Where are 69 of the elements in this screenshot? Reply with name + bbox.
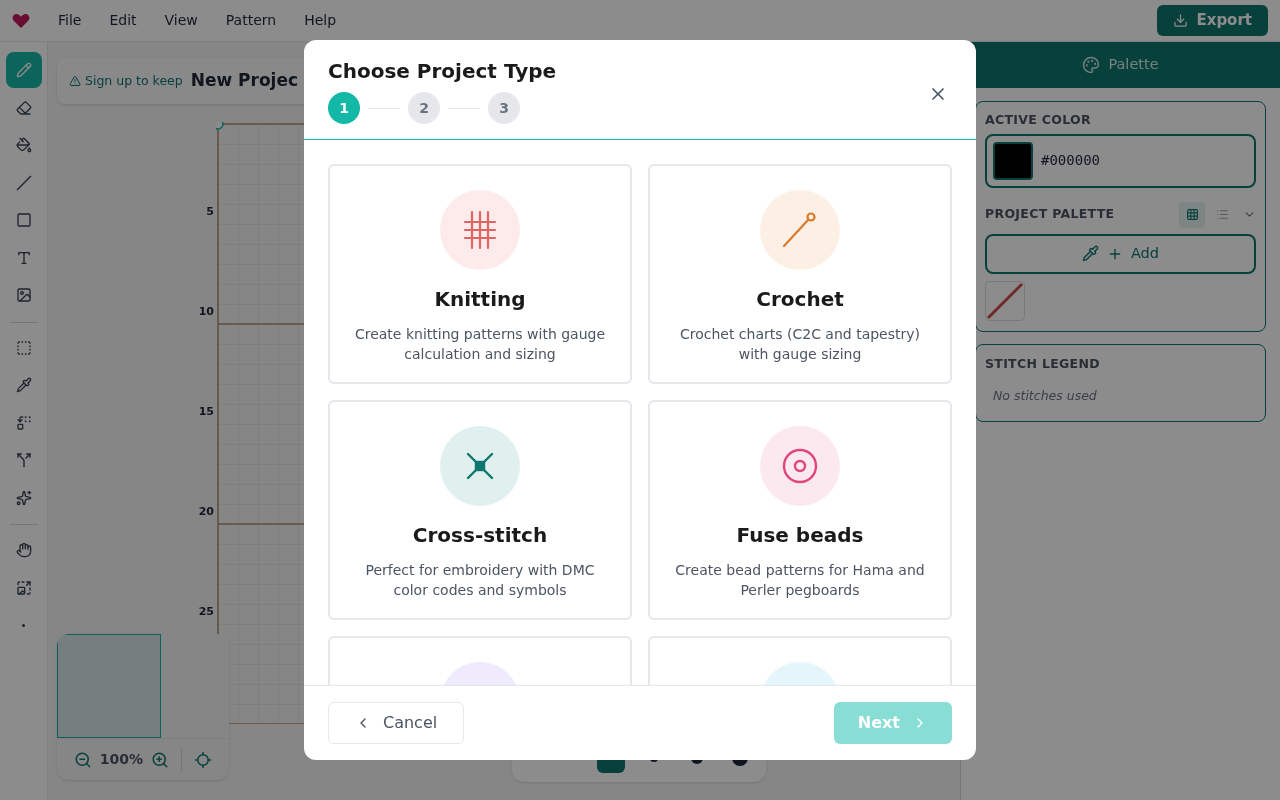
- project-title: New Projec: [190, 69, 299, 93]
- empty-legend-text: No stitches used: [993, 386, 1098, 405]
- row-number: 25: [198, 604, 214, 620]
- project-type-card[interactable]: Knitting Create knitting patterns with gauge calculation and sizing: [328, 164, 632, 384]
- active-color-field[interactable]: #000000: [985, 133, 1256, 188]
- tool-button[interactable]: [5, 52, 42, 88]
- paint-bucket-icon: [15, 137, 32, 153]
- image-icon: [15, 287, 32, 303]
- card-description: Crochet charts (C2C and tapestry) with gauge sizing: [678, 325, 922, 364]
- sparkles-icon: [15, 489, 32, 506]
- zoom-level: 100%: [99, 750, 144, 769]
- no-color-swatch[interactable]: [985, 280, 1025, 321]
- section-heading: STITCH LEGEND: [985, 354, 1101, 373]
- project-type-card[interactable]: Crochet Crochet charts (C2C and tapestry) with gauge sizing: [648, 164, 952, 384]
- grid-view-button[interactable]: [1179, 201, 1205, 228]
- row-number: 15: [198, 404, 214, 420]
- line-icon: [15, 174, 32, 191]
- yarn-grid-icon: [462, 208, 498, 252]
- row-number: 20: [198, 504, 214, 520]
- card-title: Fuse beads: [736, 522, 864, 549]
- warning-icon: [69, 75, 81, 87]
- heart-logo-icon: [12, 12, 30, 29]
- next-button: Next: [833, 702, 952, 744]
- hand-icon: [15, 542, 32, 558]
- download-icon: [1173, 13, 1189, 28]
- recenter-icon[interactable]: [194, 750, 213, 769]
- section-heading: PROJECT PALETTE: [985, 205, 1115, 224]
- menu-item[interactable]: View: [152, 10, 210, 31]
- project-type-card[interactable]: Cross-stitch Perfect for embroidery with DMC color codes and symbols: [328, 400, 632, 620]
- square-icon: [15, 212, 32, 228]
- step-indicator: 1: [328, 92, 360, 124]
- section-heading: ACTIVE COLOR: [985, 111, 1092, 129]
- dashed-square-icon: [15, 339, 32, 356]
- zoom-in-icon[interactable]: [151, 750, 170, 769]
- zoom-out-icon[interactable]: [73, 750, 92, 769]
- project-type-card[interactable]: Fuse beads Create bead patterns for Hama and Perler pegboards: [648, 400, 952, 620]
- card-title: Knitting: [434, 286, 526, 313]
- step-indicator: 2: [408, 92, 440, 124]
- export-button[interactable]: Export: [1157, 5, 1268, 36]
- eyedropper-icon: [1081, 245, 1099, 263]
- eraser-icon: [15, 99, 32, 116]
- swap-icon: [15, 414, 32, 431]
- pencil-icon: [15, 62, 32, 78]
- step-indicator: 3: [488, 92, 520, 124]
- row-number: 10: [198, 304, 214, 320]
- menu-item[interactable]: File: [46, 10, 94, 31]
- dialog-title: Choose Project Type: [328, 58, 557, 85]
- menu-item[interactable]: Pattern: [213, 10, 289, 31]
- cancel-button[interactable]: Cancel: [328, 702, 465, 744]
- add-color-button[interactable]: Add: [985, 233, 1256, 274]
- card-title: Cross-stitch: [412, 522, 548, 549]
- fork-icon: [15, 452, 32, 468]
- cross-stitch-icon: [464, 450, 496, 482]
- card-title: Crochet: [756, 286, 844, 313]
- menu-item[interactable]: Help: [292, 10, 349, 31]
- signup-link[interactable]: Sign up to keep: [69, 71, 183, 91]
- card-description: Create bead patterns for Hama and Perler pegboards: [674, 561, 926, 600]
- row-number: 5: [206, 204, 214, 220]
- image-frame-icon: [15, 579, 32, 596]
- palette-icon: [1082, 56, 1101, 74]
- text-icon: [15, 249, 32, 266]
- hex-value: #000000: [1041, 151, 1100, 171]
- bead-icon: [781, 447, 819, 485]
- list-icon: [1215, 208, 1229, 222]
- card-description: Perfect for embroidery with DMC color codes and symbols: [364, 561, 596, 600]
- card-description: Create knitting patterns with gauge calculation and sizing: [354, 325, 606, 364]
- grid-icon: [1185, 208, 1199, 222]
- menu-item[interactable]: Edit: [97, 10, 149, 31]
- eyedropper-icon: [15, 377, 32, 393]
